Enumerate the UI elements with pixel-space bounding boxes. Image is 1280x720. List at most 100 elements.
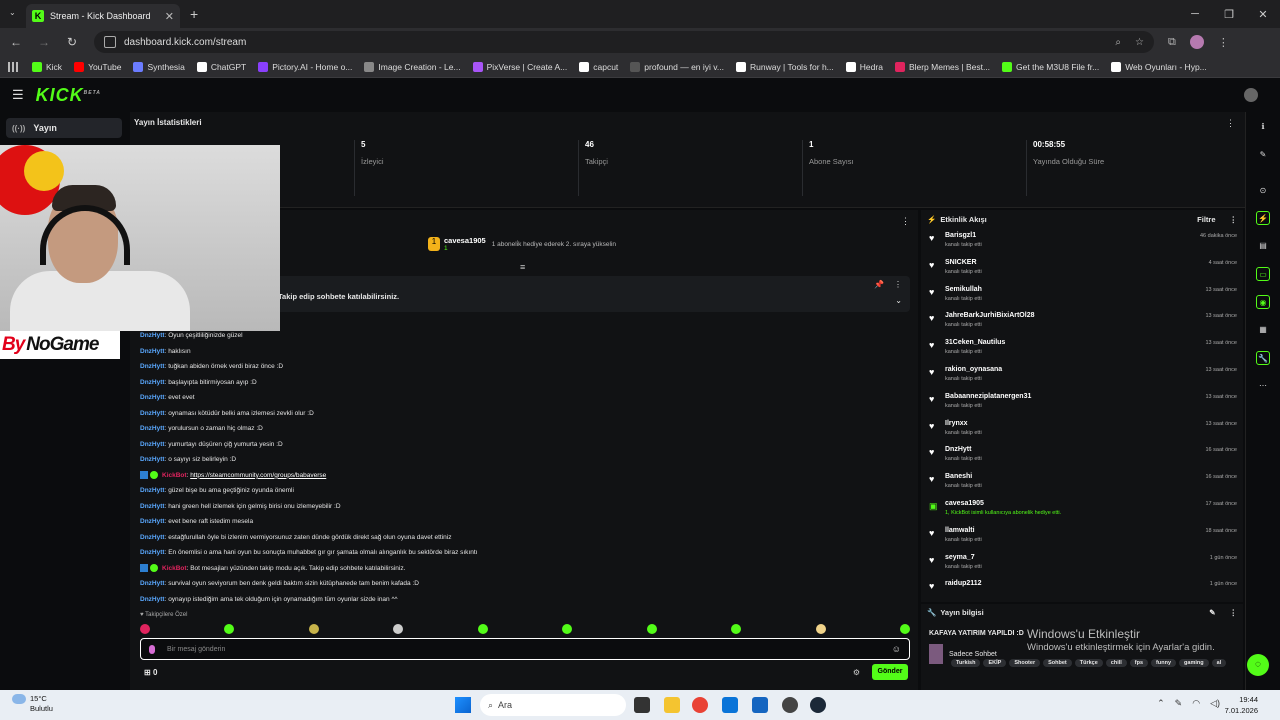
back-icon[interactable]: ← [4, 35, 28, 49]
filter-button[interactable]: Filtre [1197, 215, 1215, 224]
sidebar-item-stream[interactable]: ((·)) Yayın [6, 118, 122, 138]
store-icon[interactable] [752, 697, 768, 713]
user-avatar[interactable] [1244, 88, 1258, 102]
chat-username[interactable]: DnzHytt [140, 332, 165, 339]
emote-icon[interactable] [731, 624, 742, 634]
clock[interactable]: 19:44 7.01.2026 [1225, 694, 1258, 716]
emote-icon[interactable] [899, 624, 910, 634]
stream-tag[interactable]: fps [1129, 659, 1149, 667]
camera-icon[interactable]: ⊙ [1256, 184, 1270, 198]
activity-user[interactable]: SNICKER [945, 255, 1243, 266]
stats-more-icon[interactable]: ⋮ [1226, 118, 1235, 129]
apps-grid-icon[interactable] [8, 61, 18, 72]
browser-menu-icon[interactable]: ⋮ [1218, 36, 1229, 49]
activity-user[interactable]: JahreBarkJurhiBixiArtOl28 [945, 308, 1243, 319]
edit-icon[interactable]: ✎ [1209, 608, 1215, 617]
volume-icon[interactable]: ◁) [1210, 698, 1220, 709]
steam-icon[interactable] [810, 697, 826, 713]
close-tab-icon[interactable]: ✕ [165, 10, 174, 23]
activity-user[interactable]: raidup2112 [945, 576, 1243, 587]
activity-user[interactable]: Barisgzl1 [945, 228, 1243, 239]
share-icon[interactable]: ⋯ [1256, 379, 1270, 393]
emote-icon[interactable] [815, 624, 826, 634]
activity-user[interactable]: seyma_7 [945, 550, 1243, 561]
kick-logo[interactable]: KICKBETA [36, 85, 101, 106]
chat-more-icon[interactable]: ⋮ [901, 216, 910, 227]
bookmark-item[interactable]: Synthesia [133, 61, 185, 72]
pin-icon[interactable]: 📌 [874, 280, 884, 289]
new-tab-icon[interactable]: + [190, 6, 198, 22]
stream-tag[interactable]: Shooter [1009, 659, 1041, 667]
chat-username[interactable]: DnzHytt [140, 549, 165, 556]
obs-icon[interactable] [782, 697, 798, 713]
bookmark-item[interactable]: Image Creation - Le... [364, 61, 461, 72]
stream-tag[interactable]: chill [1105, 659, 1127, 667]
chat-username[interactable]: DnzHytt [140, 518, 165, 525]
activity-user[interactable]: Baneshi [945, 469, 1243, 480]
chat-username[interactable]: DnzHytt [140, 394, 165, 401]
activity-user[interactable]: Semikullah [945, 282, 1243, 293]
chat-username[interactable]: KickBot [162, 565, 187, 572]
broadcast-icon[interactable]: ◉ [1256, 295, 1270, 309]
chevron-down-icon[interactable]: ⌄ [895, 296, 902, 305]
chat-username[interactable]: DnzHytt [140, 379, 165, 386]
send-button[interactable]: Gönder [872, 664, 908, 680]
chat-username[interactable]: DnzHytt [140, 487, 165, 494]
chat-username[interactable]: DnzHytt [140, 441, 165, 448]
weather-widget[interactable]: 15°C Bulutlu [12, 694, 53, 714]
outlook-icon[interactable] [722, 697, 738, 713]
chat-username[interactable]: DnzHytt [140, 503, 165, 510]
bookmark-item[interactable]: capcut [579, 61, 618, 72]
wifi-icon[interactable]: ◠ [1192, 698, 1200, 709]
stream-tag[interactable]: Sohbet [1043, 659, 1072, 667]
chat-bubble-icon[interactable]: ◌ [1247, 654, 1269, 676]
restore-icon[interactable]: ❐ [1212, 8, 1246, 21]
info-more-icon[interactable]: ⋮ [1230, 608, 1238, 617]
emote-icon[interactable] [646, 624, 657, 634]
bookmark-item[interactable]: PixVerse | Create A... [472, 61, 567, 72]
taskbar-search[interactable]: ⌕ Ara [480, 694, 626, 716]
chat-username[interactable]: DnzHytt [140, 596, 165, 603]
activity-user[interactable]: llamwalti [945, 523, 1243, 534]
activity-user[interactable]: rakion_oynasana [945, 362, 1243, 373]
activity-user[interactable]: cavesa1905 [945, 496, 1243, 507]
activity-user[interactable]: DnzHytt [945, 442, 1243, 453]
wrench-icon[interactable]: 🔧 [1256, 351, 1270, 365]
activity-user[interactable]: Ilrynxx [945, 416, 1243, 427]
activity-more-icon[interactable]: ⋮ [1230, 215, 1238, 224]
browser-tab-active[interactable]: K Stream - Kick Dashboard ✕ [26, 4, 180, 28]
chat-icon[interactable]: ▭ [1256, 267, 1270, 281]
stream-tag[interactable]: gaming [1179, 659, 1209, 667]
task-view-icon[interactable] [634, 697, 650, 713]
bookmark-item[interactable]: Blerp Memes | Best... [894, 61, 990, 72]
chrome-icon[interactable] [692, 697, 708, 713]
bookmark-item[interactable]: Hedra [845, 61, 883, 72]
stream-tag[interactable]: funny [1151, 659, 1177, 667]
chat-username[interactable]: DnzHytt [140, 580, 165, 587]
extensions-icon[interactable]: ⧉ [1168, 36, 1176, 49]
address-bar[interactable]: dashboard.kick.com/stream ⌕ ☆ [94, 31, 1154, 53]
chevron-up-icon[interactable]: ⌃ [1157, 698, 1165, 709]
menu-icon[interactable]: ☰ [12, 87, 24, 103]
chat-username[interactable]: DnzHytt [140, 363, 165, 370]
tab-search-icon[interactable]: ⌄ [9, 8, 16, 17]
emote-icon[interactable] [393, 624, 404, 634]
file-explorer-icon[interactable] [664, 697, 680, 713]
minimize-icon[interactable]: ─ [1178, 8, 1212, 20]
layers-icon[interactable]: ▦ [1256, 323, 1270, 337]
stream-tag[interactable]: EKİP [983, 659, 1007, 667]
windows-start-icon[interactable] [455, 697, 471, 713]
chat-username[interactable]: DnzHytt [140, 534, 165, 541]
reload-icon[interactable]: ↻ [60, 35, 84, 49]
stream-tag[interactable]: al [1211, 659, 1227, 667]
bookmark-item[interactable]: Pictory.AI - Home o... [258, 61, 352, 72]
activity-user[interactable]: Babaanneziplatanergen31 [945, 389, 1243, 400]
bookmark-item[interactable]: Kick [32, 61, 62, 72]
bookmark-item[interactable]: Get the M3U8 File fr... [1002, 61, 1099, 72]
stream-tag[interactable]: Turkish [951, 659, 981, 667]
profile-avatar[interactable] [1189, 35, 1204, 49]
gear-icon[interactable]: ⚙ [853, 668, 860, 677]
mic-icon[interactable] [149, 644, 155, 654]
chat-username[interactable]: KickBot [162, 472, 187, 479]
chat-username[interactable]: DnzHytt [140, 456, 165, 463]
